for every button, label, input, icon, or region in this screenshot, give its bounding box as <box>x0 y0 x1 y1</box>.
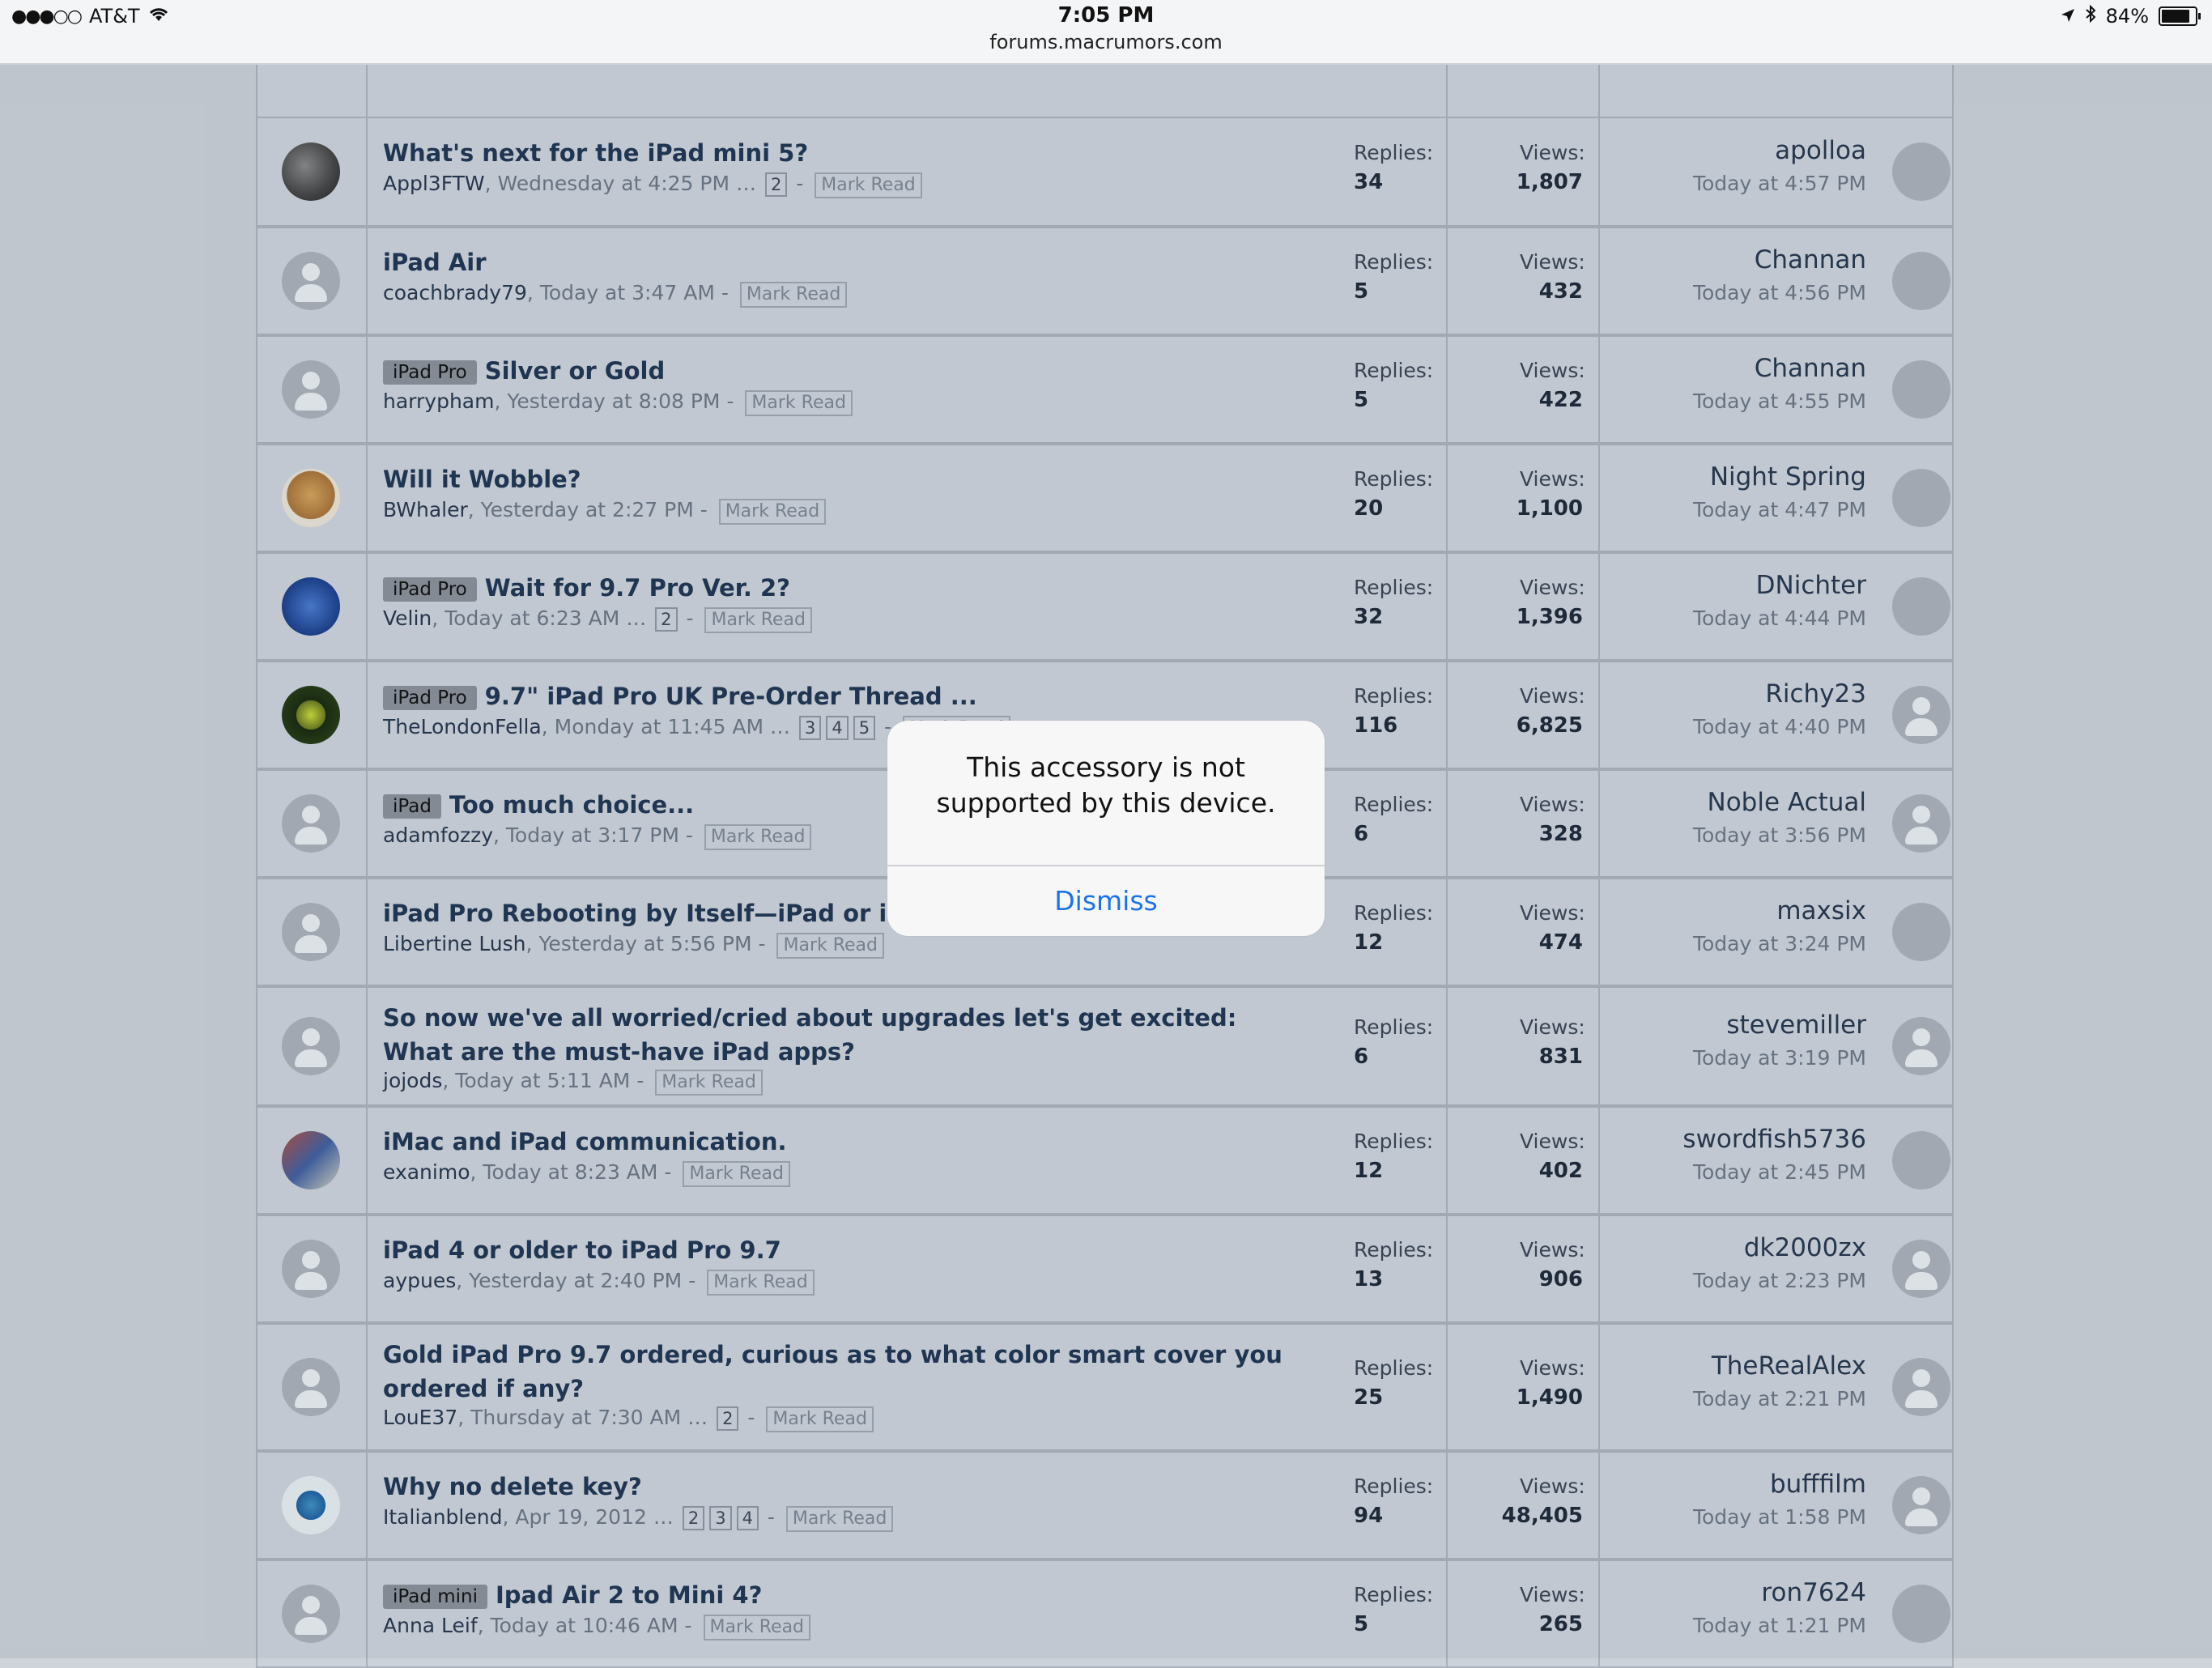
status-bar: ●●●○○ AT&T 7:05 PM forums.macrumors.com … <box>0 0 2212 65</box>
bluetooth-icon <box>2085 4 2096 28</box>
status-right: 84% <box>2061 4 2201 28</box>
alert-message: This accessory is not supported by this … <box>887 750 1325 821</box>
alert-dialog: This accessory is not supported by this … <box>887 721 1325 936</box>
battery-percent: 84% <box>2105 5 2149 28</box>
address-url[interactable]: forums.macrumors.com <box>0 31 2212 53</box>
status-time: 7:05 PM <box>1057 3 1155 28</box>
location-arrow-icon <box>2061 5 2075 28</box>
battery-icon <box>2159 6 2201 26</box>
dismiss-button[interactable]: Dismiss <box>887 866 1325 936</box>
alert-message-line1: This accessory is not <box>967 751 1245 783</box>
alert-message-line2: supported by this device. <box>936 787 1276 819</box>
